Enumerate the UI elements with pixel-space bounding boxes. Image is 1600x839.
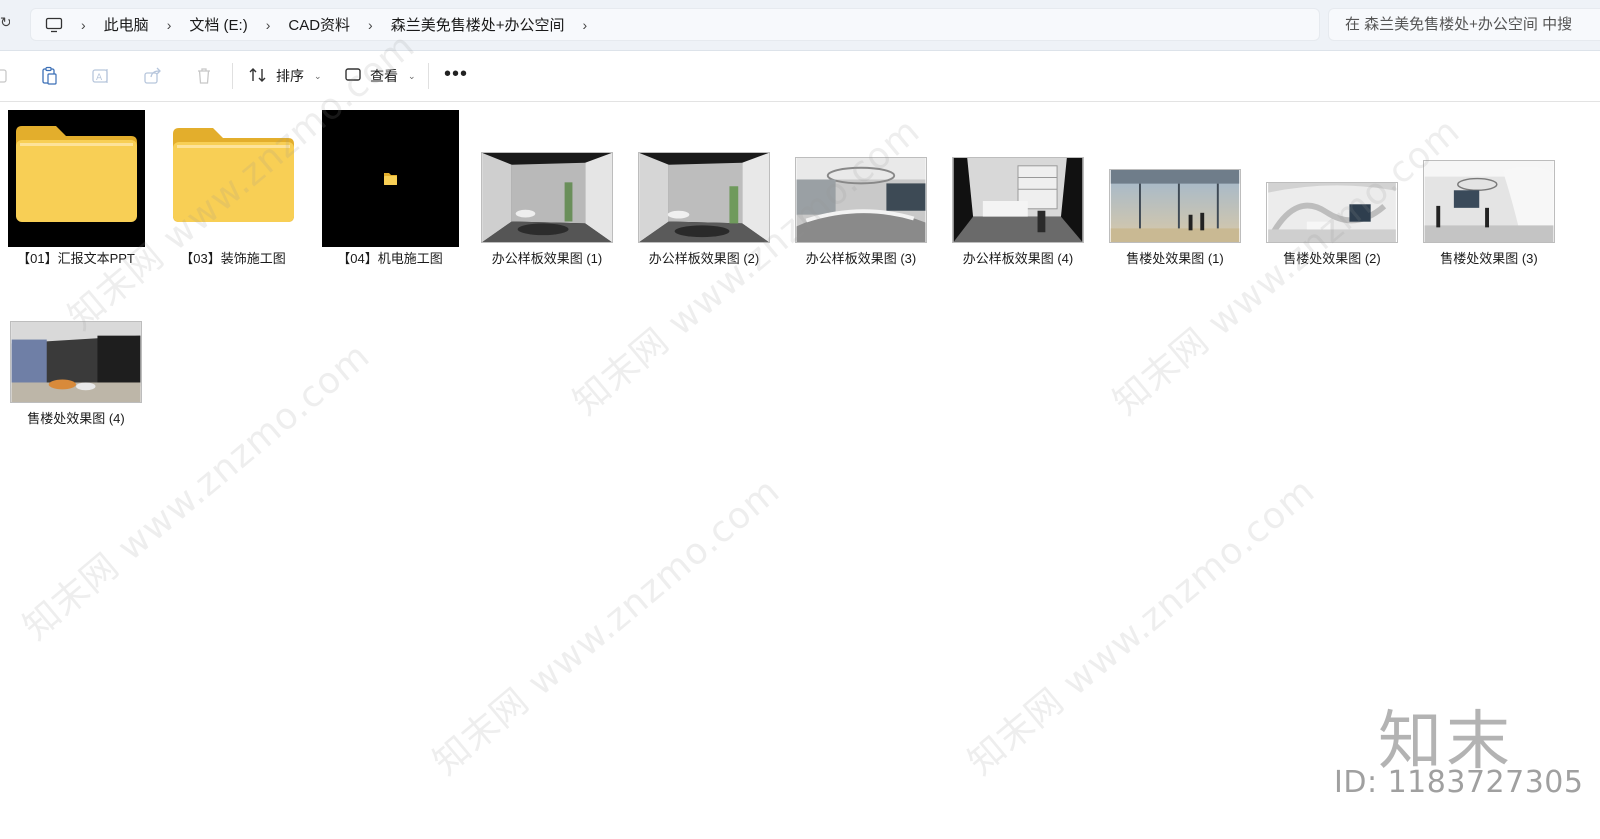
folder-icon xyxy=(16,126,137,222)
toolbar-divider xyxy=(428,63,429,89)
file-name: 【01】汇报文本PPT xyxy=(17,251,135,266)
file-name: 售楼处效果图 (1) xyxy=(1126,251,1224,266)
view-button[interactable]: 查看 ⌄ xyxy=(344,63,416,89)
breadcrumb-this-pc[interactable]: 此电脑 xyxy=(104,14,149,35)
cut-icon[interactable] xyxy=(0,65,12,87)
computer-icon[interactable] xyxy=(45,16,63,34)
breadcrumb-documents-drive[interactable]: 文档 (E:) xyxy=(189,14,247,35)
sort-button[interactable]: 排序 ⌄ xyxy=(248,63,322,89)
folder-thumbnail xyxy=(165,110,302,247)
delete-icon[interactable] xyxy=(193,65,215,87)
view-label: 查看 xyxy=(370,68,398,84)
folder-icon xyxy=(384,173,397,185)
watermark-text: 知末网 www.znzmo.com xyxy=(425,470,788,784)
image-thumbnail xyxy=(10,321,142,403)
chevron-right-icon[interactable]: › xyxy=(167,17,172,33)
file-name: 办公样板效果图 (3) xyxy=(805,251,917,266)
file-name: 售楼处效果图 (3) xyxy=(1440,251,1538,266)
share-icon[interactable] xyxy=(142,65,164,87)
search-box[interactable] xyxy=(1328,8,1600,41)
file-name: 办公样板效果图 (4) xyxy=(962,251,1074,266)
breadcrumb-cad-folder[interactable]: CAD资料 xyxy=(288,14,350,35)
folder-icon xyxy=(173,128,294,222)
breadcrumb-current-folder[interactable]: 森兰美免售楼处+办公空间 xyxy=(391,14,565,35)
image-thumbnail xyxy=(952,157,1084,243)
folder-thumbnail xyxy=(322,110,459,247)
image-thumbnail xyxy=(1266,182,1398,243)
watermark-id: ID: 1183727305 xyxy=(1334,765,1584,800)
more-options-icon[interactable]: ••• xyxy=(444,63,467,89)
search-input[interactable] xyxy=(1343,15,1600,34)
file-name: 【03】装饰施工图 xyxy=(180,251,286,266)
image-thumbnail xyxy=(1109,169,1241,243)
chevron-right-icon[interactable]: › xyxy=(266,17,271,33)
file-name: 【04】机电施工图 xyxy=(337,251,443,266)
sort-label: 排序 xyxy=(276,68,304,84)
file-name: 售楼处效果图 (4) xyxy=(27,411,125,426)
view-icon xyxy=(344,67,362,86)
image-thumbnail xyxy=(1423,160,1555,243)
sort-icon xyxy=(248,66,268,87)
toolbar-divider xyxy=(232,63,233,89)
chevron-right-icon[interactable]: › xyxy=(368,17,373,33)
file-name: 办公样板效果图 (2) xyxy=(648,251,760,266)
file-name: 办公样板效果图 (1) xyxy=(491,251,603,266)
folder-thumbnail xyxy=(8,110,145,247)
image-thumbnail xyxy=(795,157,927,243)
rename-icon[interactable]: A xyxy=(90,65,112,87)
address-bar-row: ↻ › 此电脑 › 文档 (E:) › CAD资料 › 森兰美免售楼处+办公空间… xyxy=(0,0,1600,51)
file-name: 售楼处效果图 (2) xyxy=(1283,251,1381,266)
paste-icon[interactable] xyxy=(38,65,60,87)
chevron-right-icon[interactable]: › xyxy=(81,17,86,33)
watermark-text: 知末网 www.znzmo.com xyxy=(960,470,1323,784)
chevron-down-icon: ⌄ xyxy=(408,70,416,81)
refresh-icon[interactable]: ↻ xyxy=(0,14,10,34)
image-thumbnail xyxy=(481,152,613,243)
command-bar: A 排序 ⌄ 查看 ⌄ ••• xyxy=(0,51,1600,102)
chevron-down-icon: ⌄ xyxy=(314,70,322,81)
image-thumbnail xyxy=(638,152,770,243)
svg-text:A: A xyxy=(96,73,103,83)
chevron-right-icon[interactable]: › xyxy=(582,17,587,33)
breadcrumb[interactable]: › 此电脑 › 文档 (E:) › CAD资料 › 森兰美免售楼处+办公空间 › xyxy=(30,8,1320,41)
